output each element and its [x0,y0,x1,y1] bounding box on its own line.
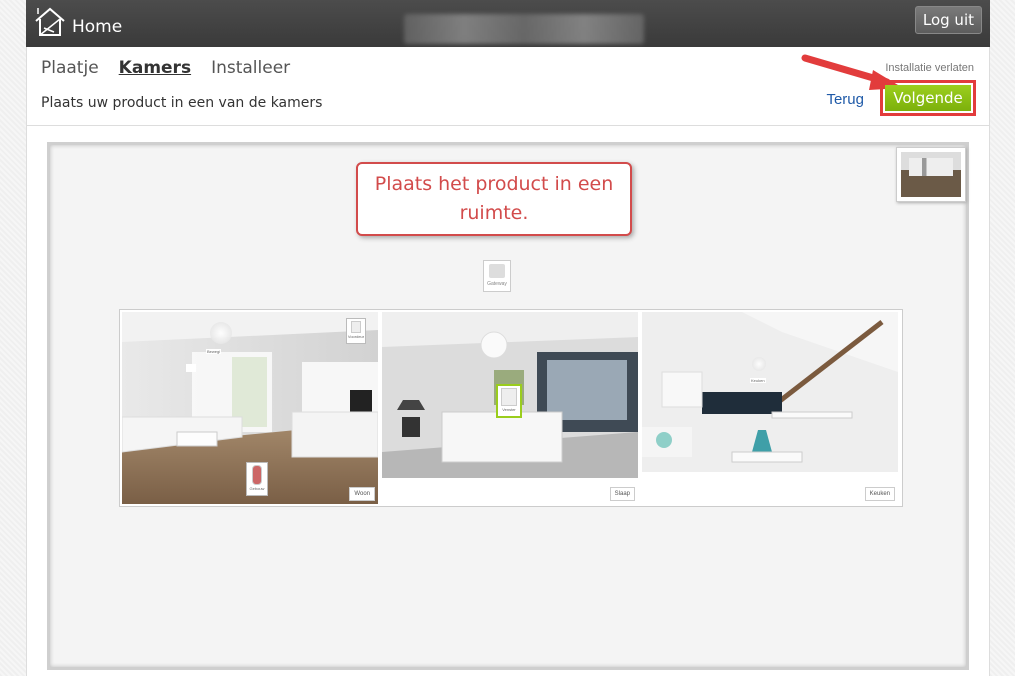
instruction-text: Plaats uw product in een van de kamers [41,95,323,111]
keuken-device-icon [752,357,766,371]
room-label-slaap: Slaap [609,487,635,501]
device-label-bewegi[interactable]: Bewegi [206,349,222,354]
ceiling-lamp-icon [210,322,232,344]
exit-installation-link[interactable]: Installatie verlaten [885,62,974,74]
home-link[interactable]: Home [72,17,122,37]
tab-plaatje[interactable]: Plaatje [41,58,99,78]
main-panel: Plaatje Kamers Installeer Plaats uw prod… [26,47,990,676]
device-gebouw[interactable]: Gebouw [246,462,268,496]
blurred-title [404,14,644,44]
callout-message: Plaats het product in een ruimte. [356,162,632,236]
home-logo-icon[interactable] [34,6,66,38]
divider [27,125,989,126]
background-thumbnail[interactable] [896,147,966,202]
sensor-icon [252,465,262,485]
gateway-label: Gateway [487,281,507,287]
device-venster[interactable]: Venster [496,384,522,418]
room-woon[interactable]: Bewegi Voordeur Gebouw Woon [122,312,378,504]
device-label: Voordeur [347,334,365,339]
next-highlight: Volgende [880,80,976,116]
logout-button[interactable]: Log uit [914,6,982,34]
thumbnail-image [901,152,961,197]
gateway-icon [489,264,505,278]
switch-icon [351,321,361,333]
wizard-tabs: Plaatje Kamers Installeer [41,58,290,78]
back-link[interactable]: Terug [826,91,864,108]
room-slaap[interactable]: Venster Slaap [382,312,638,504]
room-label-woon: Woon [349,487,375,501]
next-button[interactable]: Volgende [885,85,971,111]
top-bar: Home Log uit [26,0,990,47]
device-voordeur[interactable]: Voordeur [346,318,366,344]
room-keuken[interactable]: Keuken Keuken [642,312,898,504]
tab-kamers[interactable]: Kamers [119,58,191,78]
device-label: Venster [502,407,516,412]
window-sensor-icon [501,388,517,406]
tab-installeer[interactable]: Installeer [211,58,290,78]
room-label-keuken: Keuken [864,487,895,501]
device-label-keuken[interactable]: Keuken [750,378,766,383]
room-canvas: Plaats het product in een ruimte. Gatewa… [47,142,969,670]
gateway-device[interactable]: Gateway [483,260,511,292]
room-list: Bewegi Voordeur Gebouw Woon Venster Slaa… [119,309,903,507]
device-label: Gebouw [249,486,265,491]
kitchen-image [642,312,898,504]
